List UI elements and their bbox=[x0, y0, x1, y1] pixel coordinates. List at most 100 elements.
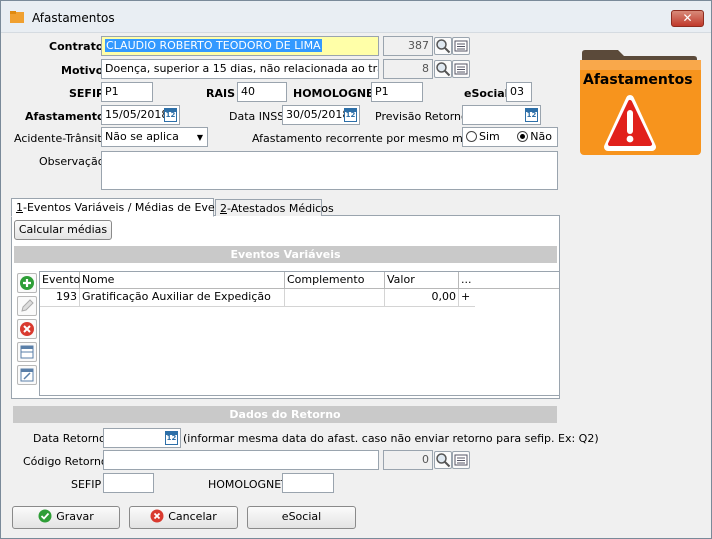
codigo-retorno-label: Código Retorno bbox=[23, 455, 108, 468]
window-title: Afastamentos bbox=[32, 11, 115, 25]
sefip-retorno-field[interactable] bbox=[103, 473, 154, 493]
grid-header-nome[interactable]: Nome bbox=[80, 272, 285, 289]
grid-header-filler bbox=[475, 272, 559, 289]
cancelar-label: Cancelar bbox=[168, 510, 217, 523]
motivo-code: 8 bbox=[383, 59, 433, 79]
grid-cell-complemento[interactable] bbox=[285, 289, 385, 307]
tab-eventos-hotkey: 1 bbox=[16, 201, 23, 214]
grid-cell-evento[interactable]: 193 bbox=[40, 289, 80, 307]
motivo-label: Motivo bbox=[61, 64, 104, 77]
codigo-retorno-code: 0 bbox=[383, 450, 433, 470]
previsao-retorno-label: Previsão Retorno bbox=[375, 110, 468, 123]
recorrente-label: Afastamento recorrente por mesmo motivo bbox=[252, 132, 491, 145]
esocial-field[interactable]: 03 bbox=[506, 82, 532, 102]
move-up-button[interactable] bbox=[17, 342, 37, 362]
afastamento-label: Afastamento bbox=[25, 110, 105, 123]
data-retorno-hint: (informar mesma data do afast. caso não … bbox=[183, 432, 599, 445]
data-inss-calendar-icon[interactable]: 12 bbox=[344, 108, 357, 122]
grid-cell-valor[interactable]: 0,00 bbox=[385, 289, 459, 307]
add-evento-button[interactable] bbox=[17, 273, 37, 293]
afastamento-date-field[interactable]: 15/05/2018 12 bbox=[101, 105, 180, 125]
homolognet-label: HOMOLOGNET bbox=[293, 87, 382, 100]
grid-header-complemento[interactable]: Complemento bbox=[285, 272, 385, 289]
delete-evento-button[interactable] bbox=[17, 319, 37, 339]
homolognet-field[interactable]: P1 bbox=[371, 82, 423, 102]
grid-header-evento[interactable]: Evento bbox=[40, 272, 80, 289]
tab-atestados-label: -Atestados Médicos bbox=[227, 202, 334, 215]
close-button[interactable]: ✕ bbox=[671, 10, 704, 27]
gravar-button[interactable]: Gravar bbox=[12, 506, 120, 529]
title-bar: Afastamentos ✕ bbox=[1, 1, 711, 33]
esocial-label: eSocial bbox=[464, 87, 509, 100]
contrato-search-icon[interactable] bbox=[434, 37, 452, 55]
data-retorno-field[interactable]: 12 bbox=[103, 428, 181, 448]
observacao-textarea[interactable] bbox=[101, 151, 558, 190]
previsao-retorno-field[interactable]: 12 bbox=[462, 105, 541, 125]
codigo-retorno-search-icon[interactable] bbox=[434, 451, 452, 469]
grid-header-more[interactable]: ... bbox=[459, 272, 475, 289]
acidente-label: Acidente-Trânsito bbox=[14, 132, 109, 145]
rais-label: RAIS bbox=[206, 87, 235, 100]
sefip-retorno-label: SEFIP bbox=[71, 478, 102, 491]
motivo-list-icon[interactable] bbox=[452, 60, 470, 78]
codigo-retorno-list-icon[interactable] bbox=[452, 451, 470, 469]
tab-atestados-hotkey: 2 bbox=[220, 202, 227, 215]
grid-cell-expand[interactable]: + bbox=[459, 289, 475, 307]
afastamento-calendar-icon[interactable]: 12 bbox=[164, 108, 177, 122]
edit-evento-button[interactable] bbox=[17, 296, 37, 316]
radio-sim-icon[interactable] bbox=[466, 131, 477, 142]
esocial-button[interactable]: eSocial bbox=[247, 506, 356, 529]
table-edit-icon bbox=[20, 345, 34, 359]
sefip-label: SEFIP bbox=[69, 87, 105, 100]
eventos-variaveis-header: Eventos Variáveis bbox=[14, 246, 557, 263]
pencil-icon bbox=[21, 299, 34, 312]
cancel-icon bbox=[150, 509, 164, 523]
sefip-field[interactable]: P1 bbox=[101, 82, 153, 102]
radio-nao-icon[interactable] bbox=[517, 131, 529, 142]
data-retorno-label: Data Retorno bbox=[33, 432, 106, 445]
recorrente-nao-option[interactable]: Não bbox=[517, 130, 552, 143]
rais-field[interactable]: 40 bbox=[237, 82, 287, 102]
recorrente-sim-option[interactable]: Sim bbox=[466, 130, 500, 143]
contrato-value: CLAUDIO ROBERTO TEODORO DE LIMA bbox=[105, 39, 322, 52]
recorrente-sim-label: Sim bbox=[479, 130, 500, 143]
tab-eventos-label: -Eventos Variáveis / Médias de Eventos bbox=[23, 201, 239, 214]
window-app-icon bbox=[10, 11, 24, 23]
gravar-label: Gravar bbox=[56, 510, 94, 523]
tab-atestados-medicos[interactable]: 2-Atestados Médicos bbox=[215, 199, 334, 216]
observacao-label: Observação bbox=[39, 155, 105, 168]
previsao-retorno-calendar-icon[interactable]: 12 bbox=[525, 108, 538, 122]
homolognet-retorno-field[interactable] bbox=[282, 473, 334, 493]
codigo-retorno-field[interactable] bbox=[103, 450, 379, 470]
contrato-field[interactable]: CLAUDIO ROBERTO TEODORO DE LIMA bbox=[101, 36, 379, 56]
recorrente-radio-group: Sim Não bbox=[462, 127, 558, 147]
logo-text: Afastamentos bbox=[583, 72, 693, 88]
cancelar-button[interactable]: Cancelar bbox=[129, 506, 238, 529]
grid-cell-nome[interactable]: Gratificação Auxiliar de Expedição bbox=[80, 289, 285, 307]
eventos-grid: Evento Nome Complemento Valor ... 193 Gr… bbox=[39, 271, 560, 396]
contrato-list-icon[interactable] bbox=[452, 37, 470, 55]
data-inss-field[interactable]: 30/05/2018 12 bbox=[282, 105, 360, 125]
acidente-select[interactable]: Não se aplica ▼ bbox=[101, 127, 208, 147]
data-inss-label: Data INSS bbox=[229, 110, 285, 123]
chevron-down-icon: ▼ bbox=[196, 133, 203, 142]
dados-retorno-header: Dados do Retorno bbox=[13, 406, 557, 423]
recorrente-nao-label: Não bbox=[530, 130, 552, 143]
grid-header-valor[interactable]: Valor bbox=[385, 272, 459, 289]
afastamento-value: 15/05/2018 bbox=[105, 108, 169, 121]
tab-eventos-variaveis[interactable]: 1-Eventos Variáveis / Médias de Eventos bbox=[11, 198, 238, 217]
data-retorno-calendar-icon[interactable]: 12 bbox=[165, 431, 178, 445]
afastamentos-folder-logo-icon bbox=[580, 50, 701, 155]
motivo-search-icon[interactable] bbox=[434, 60, 452, 78]
calcular-medias-button[interactable]: Calcular médias bbox=[14, 220, 112, 240]
contrato-code: 387 bbox=[383, 36, 433, 56]
check-icon bbox=[38, 509, 52, 523]
contrato-label: Contrato bbox=[49, 40, 104, 53]
data-inss-value: 30/05/2018 bbox=[286, 108, 350, 121]
afastamentos-window: Afastamentos ✕ Contrato CLAUDIO ROBERTO … bbox=[0, 0, 712, 539]
properties-button[interactable] bbox=[17, 365, 37, 385]
add-icon bbox=[20, 276, 34, 290]
acidente-value: Não se aplica bbox=[105, 130, 179, 143]
delete-icon bbox=[20, 322, 34, 336]
motivo-field[interactable]: Doença, superior a 15 dias, não relacion… bbox=[101, 59, 379, 79]
